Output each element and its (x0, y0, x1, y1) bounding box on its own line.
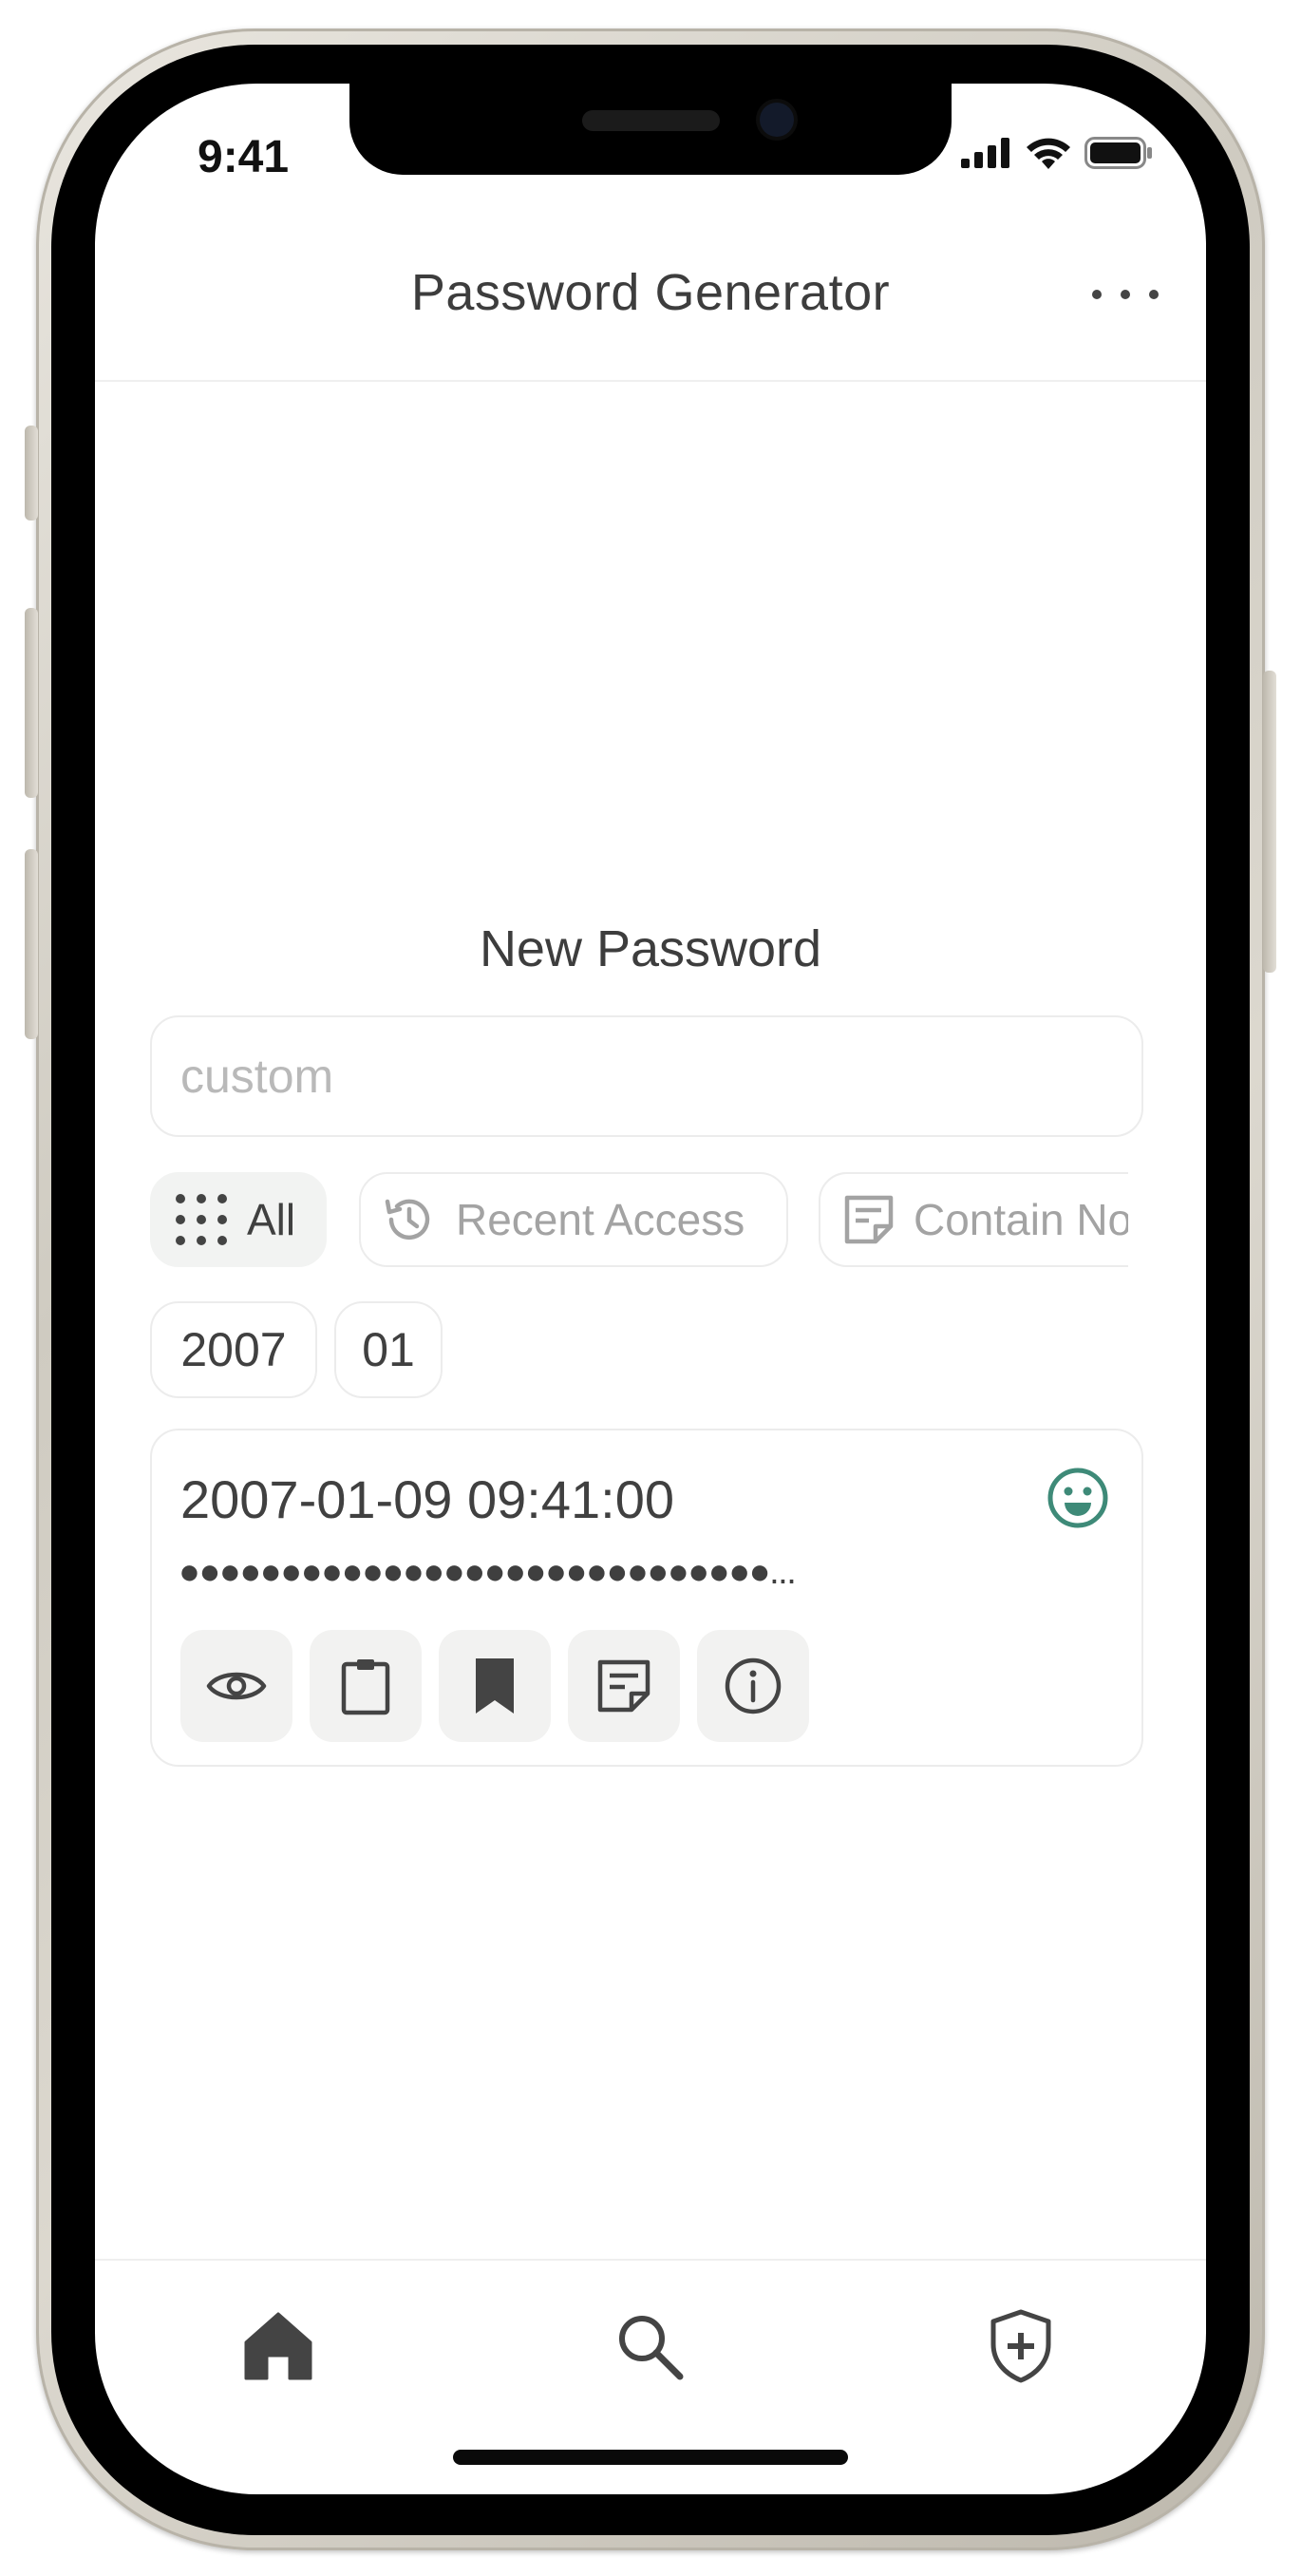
filter-chip-recent-access[interactable]: Recent Access (359, 1172, 788, 1267)
note-icon (843, 1194, 895, 1245)
tab-security[interactable] (973, 2299, 1068, 2394)
bookmark-icon (476, 1658, 514, 1714)
battery-icon (1084, 137, 1152, 169)
section-title: New Password (479, 920, 822, 977)
entry-date: 2007-01-09 09:41:00 (180, 1469, 674, 1529)
smiley-icon (1046, 1467, 1109, 1534)
tag-month[interactable]: 01 (334, 1301, 443, 1398)
volume-down-button (25, 849, 38, 1039)
reveal-password-button[interactable] (180, 1630, 292, 1742)
front-camera (760, 103, 794, 137)
status-icons (961, 137, 1153, 169)
power-button (1263, 671, 1276, 973)
password-entry-card[interactable]: 2007-01-09 09:41:00 ●●●●●●●●●●●●●●●●●●●●… (150, 1429, 1143, 1767)
more-dot-icon (1149, 290, 1159, 299)
speaker (582, 110, 720, 131)
filter-chip-label: Recent Access (456, 1195, 745, 1244)
grid-dots-icon (175, 1193, 228, 1246)
tag-year[interactable]: 2007 (150, 1301, 317, 1398)
bookmark-button[interactable] (439, 1630, 551, 1742)
eye-icon (206, 1672, 267, 1700)
more-dot-icon (1121, 290, 1130, 299)
nav-header: Password Generator (95, 264, 1206, 382)
wifi-icon (1027, 138, 1070, 169)
search-input[interactable] (150, 1015, 1143, 1137)
filter-chip-label: Contain No (914, 1195, 1128, 1244)
info-icon (725, 1657, 782, 1714)
note-icon (597, 1659, 650, 1713)
filter-chip-label: All (247, 1195, 296, 1244)
search-icon (619, 2316, 684, 2380)
mute-switch (25, 426, 38, 521)
note-button[interactable] (568, 1630, 680, 1742)
tab-bar (95, 2259, 1206, 2413)
shield-plus-icon (990, 2309, 1051, 2383)
home-indicator[interactable] (453, 2450, 848, 2465)
volume-up-button (25, 608, 38, 798)
masked-password: ●●●●●●●●●●●●●●●●●●●●●●●●●●●●●... (179, 1552, 797, 1592)
clipboard-icon (341, 1659, 390, 1715)
screen: 9:41 Password Generator New Password cus… (95, 84, 1206, 2494)
page-title: Password Generator (410, 264, 891, 321)
filter-chip-contain-note[interactable]: Contain No (819, 1172, 1128, 1267)
tab-search[interactable] (602, 2299, 697, 2394)
copy-password-button[interactable] (310, 1630, 422, 1742)
home-icon (244, 2312, 312, 2380)
status-time: 9:41 (198, 132, 290, 182)
filter-chip-row[interactable]: All Recent Access Contain No (150, 1172, 1128, 1271)
filter-chip-all[interactable]: All (150, 1172, 327, 1267)
tab-home[interactable] (231, 2299, 326, 2394)
history-icon (382, 1192, 437, 1247)
cellular-signal-icon (961, 138, 1009, 168)
more-menu-button[interactable] (1092, 275, 1159, 313)
more-dot-icon (1092, 290, 1102, 299)
info-button[interactable] (697, 1630, 809, 1742)
entry-actions (180, 1630, 809, 1742)
